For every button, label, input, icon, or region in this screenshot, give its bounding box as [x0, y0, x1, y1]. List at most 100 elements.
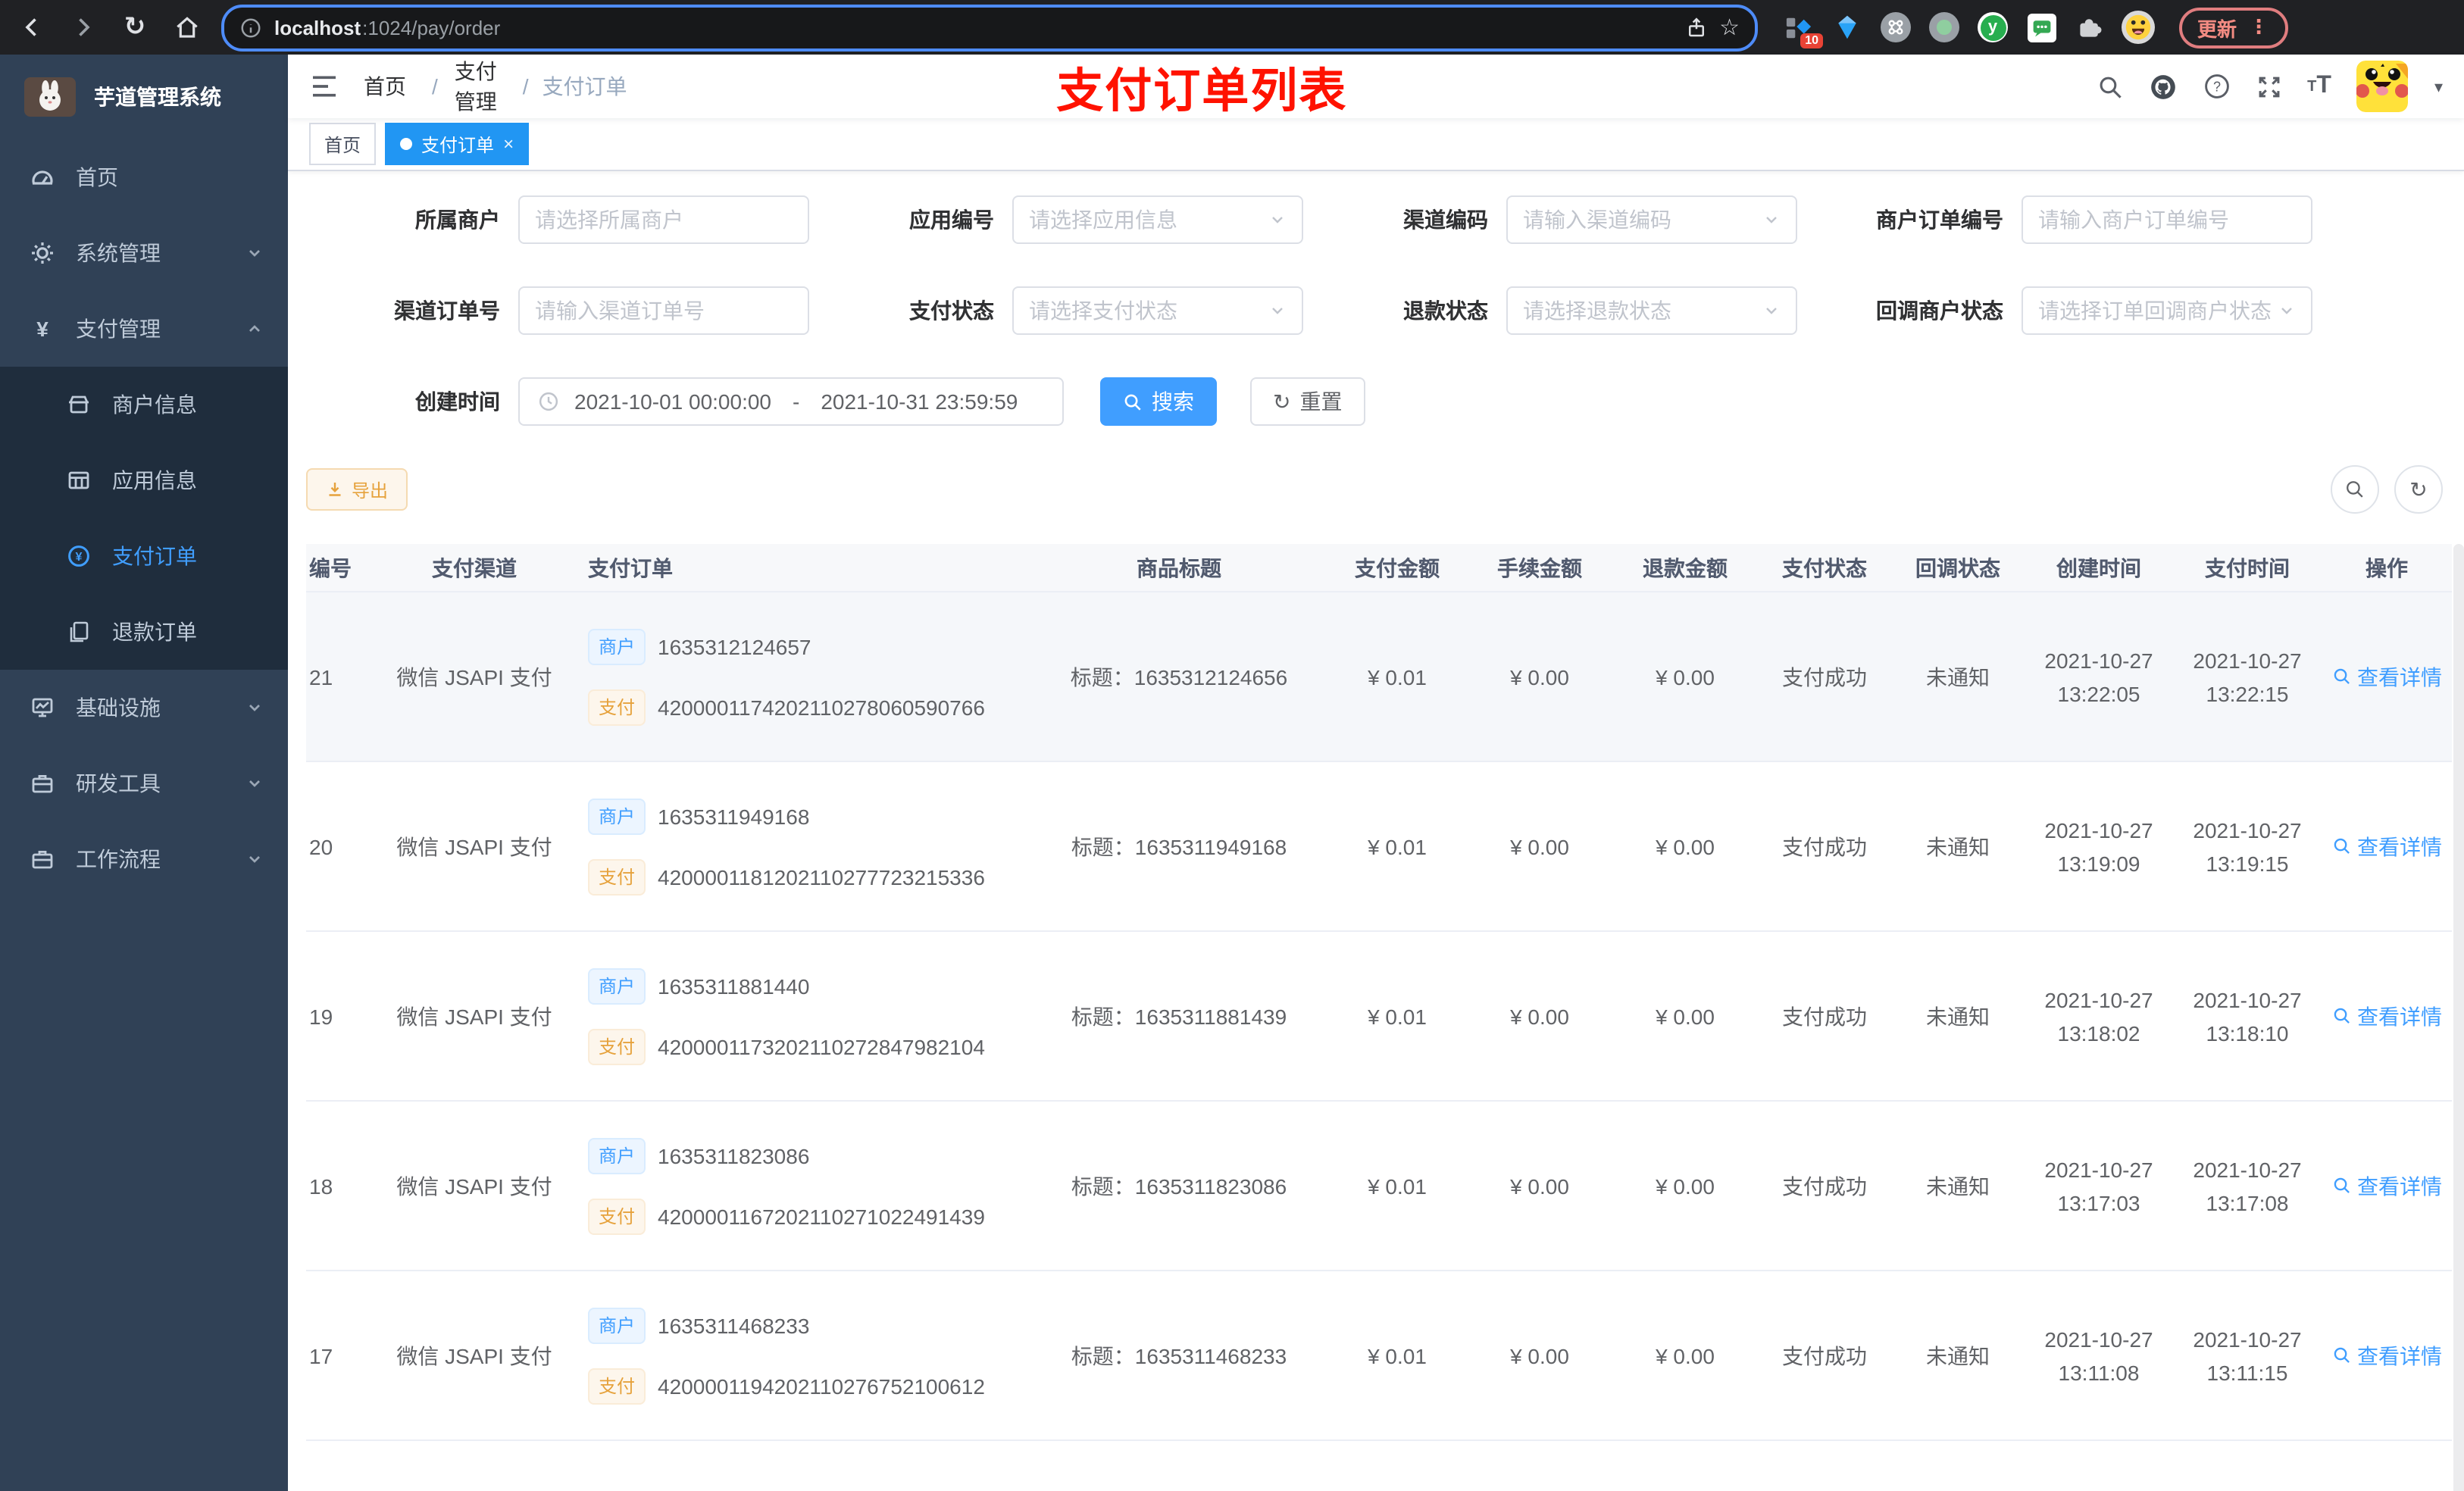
font-size-icon[interactable]: TT	[2307, 73, 2331, 100]
pay-status-select[interactable]: 请选择支付状态	[1012, 286, 1303, 335]
address-bar[interactable]: localhost :1024/pay/order ☆	[221, 4, 1758, 51]
view-detail-link[interactable]: 查看详情	[2331, 1340, 2442, 1371]
placeholder-text: 请选择支付状态	[1029, 299, 1177, 323]
fullscreen-icon[interactable]	[2256, 73, 2281, 99]
filter-notify-status: 回调商户状态 请选择订单回调商户状态	[1797, 286, 2312, 335]
extensions-puzzle-icon[interactable]	[2073, 11, 2106, 44]
browser-back-icon[interactable]	[15, 11, 48, 44]
extension-icon-3[interactable]	[1879, 11, 1912, 44]
filter-app: 应用编号 请选择应用信息	[809, 195, 1303, 244]
breadcrumb-section[interactable]: 支付管理	[452, 56, 509, 117]
help-icon[interactable]: ?	[2203, 73, 2230, 100]
breadcrumb-separator: /	[522, 74, 529, 98]
merchant-tag: 商户	[588, 798, 646, 834]
sidebar-item-dev-tools[interactable]: 研发工具	[0, 746, 288, 821]
github-icon[interactable]	[2148, 72, 2177, 101]
merchant-order-line: 商户 1635311823086	[588, 1137, 1030, 1174]
channel-order-no-input[interactable]: 请输入渠道订单号	[518, 286, 809, 335]
cell-channel: 微信 JSAPI 支付	[396, 1174, 552, 1198]
sidebar-item-infrastructure[interactable]: 基础设施	[0, 670, 288, 746]
tab-home[interactable]: 首页	[309, 123, 377, 165]
cell-actions: 查看详情	[2322, 831, 2452, 861]
chevron-down-icon	[249, 780, 260, 787]
browser-reload-icon[interactable]: ↻	[118, 11, 152, 44]
breadcrumb-home[interactable]: 首页	[361, 71, 418, 102]
clock-icon	[538, 391, 559, 412]
reset-button[interactable]: ↻ 重置	[1250, 377, 1365, 426]
bookmark-star-icon[interactable]: ☆	[1719, 14, 1740, 41]
notify-status-select[interactable]: 请选择订单回调商户状态	[2022, 286, 2312, 335]
create-time-range-input[interactable]: 2021-10-01 00:00:00 - 2021-10-31 23:59:5…	[518, 377, 1064, 426]
store-icon	[69, 395, 89, 414]
filter-label: 渠道编码	[1403, 208, 1488, 232]
tab-close-icon[interactable]: ×	[503, 133, 514, 155]
app-select[interactable]: 请选择应用信息	[1012, 195, 1303, 244]
show-search-button[interactable]	[2331, 465, 2379, 514]
sidebar-item-label: 研发工具	[76, 771, 161, 796]
view-detail-label: 查看详情	[2357, 664, 2442, 689]
browser-forward-icon[interactable]	[67, 11, 100, 44]
cell-pay-time: 2021-10-27 13:17:08	[2173, 1152, 2322, 1219]
cell-order: 商户 1635311823086 支付 42000011672021102710…	[588, 1137, 1030, 1234]
merchant-order-no-input[interactable]: 请输入商户订单编号	[2022, 195, 2312, 244]
cell-order: 商户 1635311881440 支付 42000011732021102728…	[588, 967, 1030, 1064]
create-date: 2021-10-27	[2044, 987, 2153, 1011]
extension-badge: 10	[1800, 33, 1823, 48]
browser-home-icon[interactable]	[170, 11, 203, 44]
browser-menu-icon[interactable]: ⋮	[2249, 15, 2270, 39]
search-icon	[2333, 1008, 2349, 1024]
sidebar-item-pay-order[interactable]: ¥ 支付订单	[0, 518, 288, 594]
sidebar-item-system[interactable]: 系统管理	[0, 215, 288, 291]
search-icon[interactable]	[2097, 73, 2122, 99]
search-button[interactable]: 搜索	[1100, 377, 1217, 426]
view-detail-link[interactable]: 查看详情	[2331, 661, 2442, 692]
refund-status-select[interactable]: 请选择退款状态	[1506, 286, 1797, 335]
export-button[interactable]: 导出	[306, 468, 408, 511]
share-icon[interactable]	[1684, 16, 1707, 39]
sidebar: 芋道管理系统 首页 系统管理 ¥ 支付管理 商户信息 应用信息 ¥ 支付订单 退…	[0, 55, 288, 1491]
view-detail-link[interactable]: 查看详情	[2331, 831, 2442, 861]
filter-refund-status: 退款状态 请选择退款状态	[1303, 286, 1797, 335]
extension-icon-4[interactable]	[1928, 11, 1961, 44]
refresh-table-button[interactable]: ↻	[2394, 465, 2443, 514]
cell-amount: ¥ 0.01	[1368, 664, 1427, 689]
sidebar-item-merchant-info[interactable]: 商户信息	[0, 367, 288, 442]
sidebar-item-label: 支付管理	[76, 317, 161, 341]
app-title: 芋道管理系统	[94, 85, 221, 109]
tab-pay-order[interactable]: 支付订单 ×	[385, 123, 530, 165]
extension-icon-6[interactable]	[2025, 11, 2058, 44]
pay-date: 2021-10-27	[2193, 987, 2302, 1011]
merchant-select[interactable]: 请选择所属商户	[518, 195, 809, 244]
user-avatar[interactable]	[2356, 61, 2409, 112]
sidebar-item-payment[interactable]: ¥ 支付管理	[0, 291, 288, 367]
view-detail-link[interactable]: 查看详情	[2331, 1171, 2442, 1201]
view-detail-link[interactable]: 查看详情	[2331, 1001, 2442, 1031]
create-date: 2021-10-27	[2044, 648, 2153, 672]
avatar-caret-icon[interactable]: ▾	[2434, 77, 2443, 96]
channel-code-select[interactable]: 请输入渠道编码	[1506, 195, 1797, 244]
create-date: 2021-10-27	[2044, 1327, 2153, 1351]
sidebar-item-app-info[interactable]: 应用信息	[0, 442, 288, 518]
sidebar-item-workflow[interactable]: 工作流程	[0, 821, 288, 897]
extension-icon-5[interactable]: y	[1976, 11, 2009, 44]
filter-label: 应用编号	[909, 208, 994, 232]
extension-icon-1[interactable]: 10	[1782, 11, 1823, 48]
table-scrollbar[interactable]	[2453, 544, 2464, 1491]
column-header: 商品标题	[1137, 555, 1221, 580]
pay-order-line: 支付 4200001174202110278060590766	[588, 689, 1030, 725]
sidebar-item-home[interactable]: 首页	[0, 139, 288, 215]
column-header: 创建时间	[2056, 555, 2141, 580]
extension-icon-2[interactable]	[1831, 11, 1864, 44]
cell-refund: ¥ 0.00	[1656, 1004, 1715, 1028]
sidebar-item-refund-order[interactable]: 退款订单	[0, 594, 288, 670]
merchant-order-line: 商户 1635311881440	[588, 967, 1030, 1004]
chevron-down-icon	[1268, 211, 1287, 229]
site-info-icon[interactable]	[239, 16, 262, 39]
export-button-label: 导出	[352, 480, 389, 501]
browser-update-button[interactable]: 更新 ⋮	[2179, 7, 2289, 48]
sidebar-toggle-icon[interactable]	[288, 71, 361, 102]
cell-title: 标题：1635311881439	[1071, 1004, 1287, 1028]
profile-emoji-icon[interactable]	[2122, 11, 2155, 44]
cell-fee: ¥ 0.00	[1510, 834, 1569, 858]
create-time: 13:17:03	[2057, 1190, 2140, 1214]
